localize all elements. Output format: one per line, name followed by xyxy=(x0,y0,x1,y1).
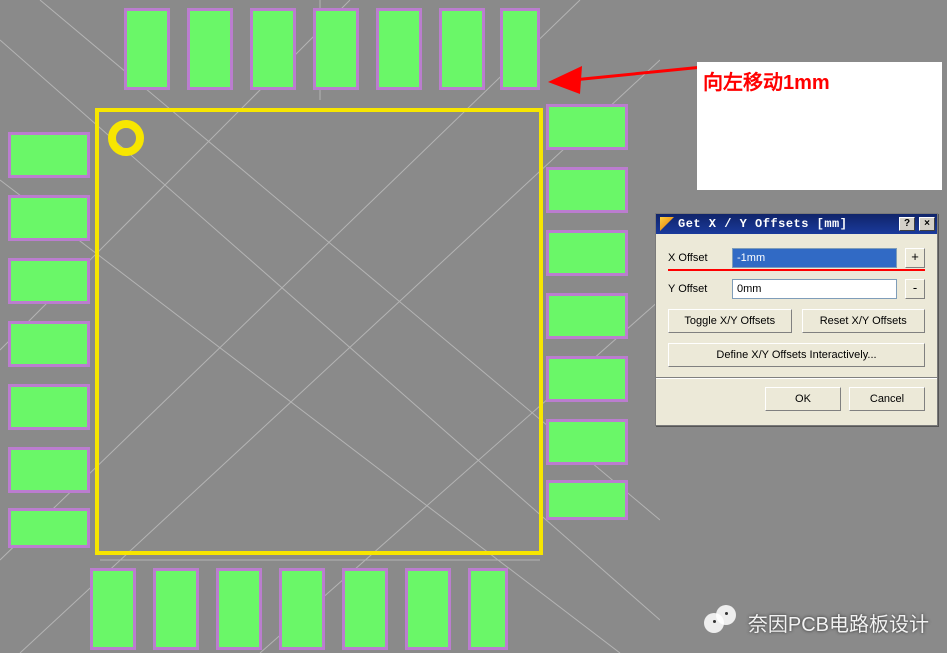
x-offset-input[interactable] xyxy=(732,248,897,268)
pad[interactable] xyxy=(468,568,508,650)
y-offset-row: Y Offset - xyxy=(668,279,925,299)
pad[interactable] xyxy=(546,230,628,276)
divider xyxy=(656,377,937,379)
close-button[interactable]: × xyxy=(919,217,935,231)
pad[interactable] xyxy=(8,447,90,493)
wechat-icon xyxy=(704,605,738,639)
dialog-footer: OK Cancel xyxy=(668,387,925,421)
offset-buttons-row: Toggle X/Y Offsets Reset X/Y Offsets xyxy=(668,309,925,333)
pad[interactable] xyxy=(313,8,359,90)
pad[interactable] xyxy=(376,8,422,90)
pad[interactable] xyxy=(342,568,388,650)
pin1-marker-icon xyxy=(108,120,144,156)
y-offset-sign-button[interactable]: - xyxy=(905,279,925,299)
annotation-note: 向左移动1mm xyxy=(697,62,942,190)
chip-body-outline xyxy=(95,108,543,555)
pad[interactable] xyxy=(546,167,628,213)
x-offset-label: X Offset xyxy=(668,252,724,264)
pad[interactable] xyxy=(8,132,90,178)
pad[interactable] xyxy=(90,568,136,650)
pad[interactable] xyxy=(8,195,90,241)
cancel-button[interactable]: Cancel xyxy=(849,387,925,411)
pad[interactable] xyxy=(187,8,233,90)
x-offset-row: X Offset + xyxy=(668,248,925,271)
dialog-body: X Offset + Y Offset - Toggle X/Y Offsets… xyxy=(656,234,937,425)
pad[interactable] xyxy=(439,8,485,90)
x-offset-sign-button[interactable]: + xyxy=(905,248,925,268)
help-button[interactable]: ? xyxy=(899,217,915,231)
define-interactively-button[interactable]: Define X/Y Offsets Interactively... xyxy=(668,343,925,367)
dialog-titlebar[interactable]: Get X / Y Offsets [mm] ? × xyxy=(656,214,937,234)
pad[interactable] xyxy=(216,568,262,650)
y-offset-input[interactable] xyxy=(732,279,897,299)
pad[interactable] xyxy=(546,104,628,150)
app-icon xyxy=(660,217,674,231)
offsets-dialog: Get X / Y Offsets [mm] ? × X Offset + Y … xyxy=(655,213,938,426)
pcb-canvas[interactable] xyxy=(0,0,660,653)
pad[interactable] xyxy=(124,8,170,90)
toggle-offsets-button[interactable]: Toggle X/Y Offsets xyxy=(668,309,792,333)
ok-button[interactable]: OK xyxy=(765,387,841,411)
pad[interactable] xyxy=(546,480,628,520)
pad[interactable] xyxy=(405,568,451,650)
pad[interactable] xyxy=(279,568,325,650)
watermark-text: 奈因PCB电路板设计 xyxy=(748,608,929,637)
pad[interactable] xyxy=(250,8,296,90)
pad[interactable] xyxy=(8,508,90,548)
reset-offsets-button[interactable]: Reset X/Y Offsets xyxy=(802,309,926,333)
y-offset-label: Y Offset xyxy=(668,283,724,295)
interactive-row: Define X/Y Offsets Interactively... xyxy=(668,343,925,367)
pad[interactable] xyxy=(546,419,628,465)
pad[interactable] xyxy=(8,258,90,304)
pad[interactable] xyxy=(546,356,628,402)
pad[interactable] xyxy=(546,293,628,339)
pad[interactable] xyxy=(500,8,540,90)
annotation-note-text: 向左移动1mm xyxy=(703,72,830,94)
pad[interactable] xyxy=(8,384,90,430)
pad[interactable] xyxy=(8,321,90,367)
watermark: 奈因PCB电路板设计 xyxy=(704,605,929,639)
dialog-title: Get X / Y Offsets [mm] xyxy=(678,217,895,231)
pad[interactable] xyxy=(153,568,199,650)
